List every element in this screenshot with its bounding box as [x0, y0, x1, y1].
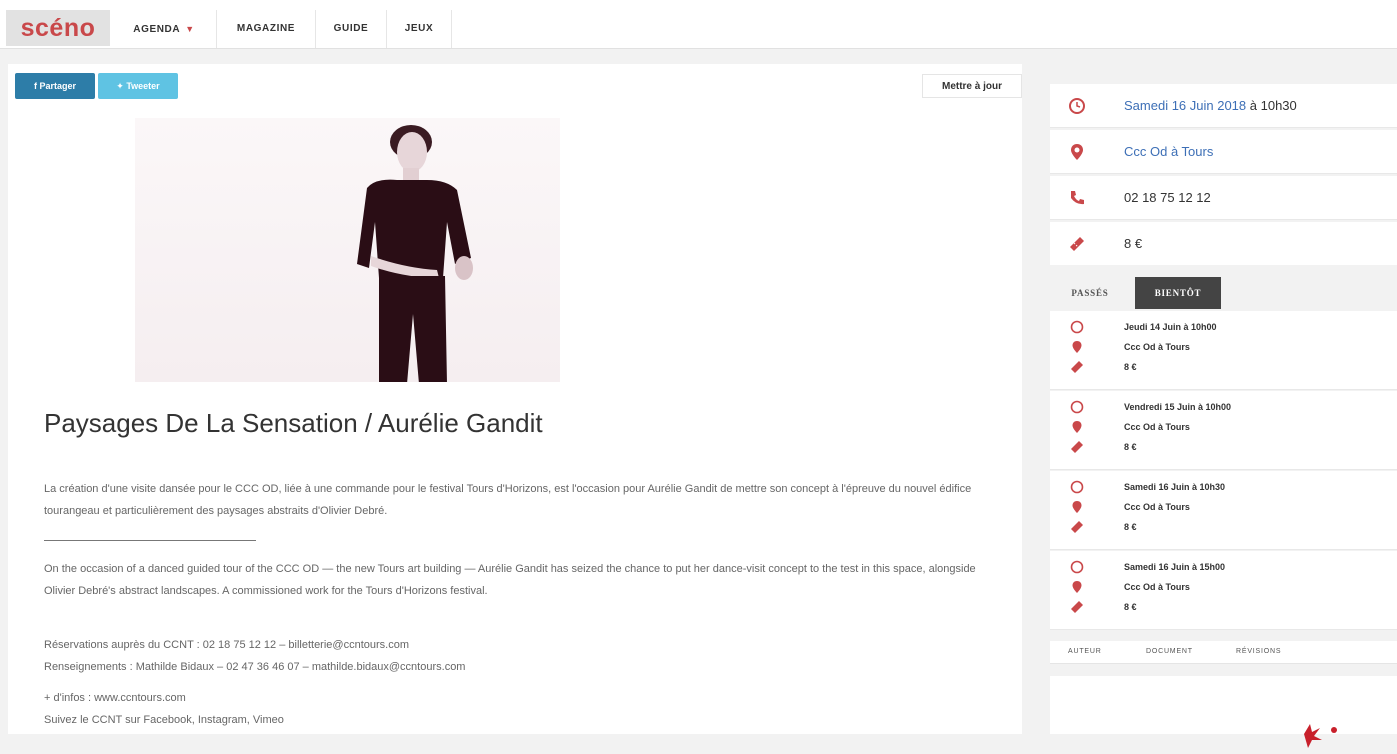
map-pin-icon: [1071, 144, 1083, 160]
event-location: Ccc Od à Tours: [1124, 342, 1190, 352]
event-date: Vendredi 15 Juin à 10h00: [1124, 402, 1232, 412]
clock-icon: [1070, 480, 1084, 494]
tab-revisions[interactable]: RÉVISIONS: [1236, 641, 1281, 663]
ticket-icon: [1071, 521, 1083, 533]
info-date-link[interactable]: Samedi 16 Juin 2018: [1124, 98, 1246, 113]
caret-down-icon: ▼: [185, 24, 195, 34]
suivez-text: Suivez le CCNT sur Facebook, Instagram, …: [44, 714, 284, 726]
event-price: 8 €: [1124, 362, 1137, 372]
clock-icon: [1069, 98, 1085, 114]
performer-figure-image: [357, 125, 473, 382]
event-price: 8 €: [1124, 522, 1137, 532]
ticket-icon: [1071, 601, 1083, 613]
reservations-text: Réservations auprès du CCNT : 02 18 75 1…: [44, 639, 409, 651]
infos-link[interactable]: + d'infos : www.ccntours.com: [44, 687, 1004, 709]
tab-bientot[interactable]: BIENTÔT: [1135, 277, 1221, 309]
nav-guide[interactable]: GUIDE: [316, 10, 387, 48]
divider: [44, 540, 256, 541]
event-price: 8 €: [1124, 442, 1137, 452]
event-date: Samedi 16 Juin à 10h30: [1124, 482, 1226, 492]
ticket-icon: [1071, 361, 1083, 373]
description-fr: La création d'une visite dansée pour le …: [44, 483, 972, 517]
site-logo[interactable]: scéno: [6, 10, 110, 46]
update-button[interactable]: Mettre à jour: [922, 74, 1022, 98]
event-item[interactable]: Jeudi 14 Juin à 10h00 Ccc Od à Tours 8 €: [1050, 311, 1397, 390]
info-date: Samedi 16 Juin 2018 à 10h30: [1124, 84, 1297, 128]
info-date-row: Samedi 16 Juin 2018 à 10h30: [1050, 84, 1397, 128]
event-location: Ccc Od à Tours: [1124, 582, 1190, 592]
schedule-tabs: PASSÉS BIENTÔT: [1050, 265, 1397, 310]
twitter-share-button[interactable]: ✦ Tweeter: [98, 73, 178, 99]
info-phone: 02 18 75 12 12: [1124, 190, 1211, 205]
meta-tabs: AUTEUR DOCUMENT RÉVISIONS: [1050, 641, 1397, 664]
nav-magazine[interactable]: MAGAZINE: [217, 10, 316, 48]
tab-document[interactable]: DOCUMENT: [1146, 641, 1193, 663]
info-price-row: 8 €: [1050, 222, 1397, 266]
info-time: à 10h30: [1246, 98, 1297, 113]
event-date: Samedi 16 Juin à 15h00: [1124, 562, 1226, 572]
map-pin-icon: [1072, 501, 1082, 513]
event-item[interactable]: Samedi 16 Juin à 10h30 Ccc Od à Tours 8 …: [1050, 471, 1397, 550]
twitter-icon: ✦: [116, 81, 127, 91]
top-nav: scéno AGENDA ▼ MAGAZINE GUIDE JEUX: [0, 0, 1397, 49]
event-location: Ccc Od à Tours: [1124, 422, 1190, 432]
event-item[interactable]: Samedi 16 Juin à 15h00 Ccc Od à Tours 8 …: [1050, 551, 1397, 630]
info-location-row: Ccc Od à Tours: [1050, 130, 1397, 174]
ticket-icon: [1071, 441, 1083, 453]
map-pin-icon: [1072, 421, 1082, 433]
phone-icon: [1071, 191, 1084, 205]
event-item[interactable]: Vendredi 15 Juin à 10h00 Ccc Od à Tours …: [1050, 391, 1397, 470]
tab-auteur[interactable]: AUTEUR: [1068, 641, 1102, 663]
info-price: 8 €: [1124, 236, 1143, 251]
page-title: Paysages De La Sensation / Aurélie Gandi…: [44, 408, 543, 438]
info-location-link[interactable]: Ccc Od à Tours: [1124, 130, 1213, 174]
nav-agenda-label: AGENDA: [133, 24, 181, 35]
meta-panel: [1050, 676, 1397, 748]
ticket-icon: [1070, 237, 1084, 251]
clock-icon: [1070, 320, 1084, 334]
event-price: 8 €: [1124, 602, 1137, 612]
renseignements-text: Renseignements : Mathilde Bidaux – 02 47…: [44, 661, 466, 673]
tab-passes[interactable]: PASSÉS: [1060, 277, 1120, 309]
performer-photo: [135, 118, 560, 382]
red-splash-icon: [1304, 724, 1337, 748]
nav-agenda[interactable]: AGENDA ▼: [112, 10, 217, 48]
clock-icon: [1070, 560, 1084, 574]
event-location: Ccc Od à Tours: [1124, 502, 1190, 512]
clock-icon: [1070, 400, 1084, 414]
nav-jeux[interactable]: JEUX: [387, 10, 452, 48]
twitter-share-label: Tweeter: [126, 81, 160, 91]
event-date: Jeudi 14 Juin à 10h00: [1124, 322, 1217, 332]
map-pin-icon: [1072, 581, 1082, 593]
facebook-share-button[interactable]: f Partager: [15, 73, 95, 99]
info-phone-row: 02 18 75 12 12: [1050, 176, 1397, 220]
map-pin-icon: [1072, 341, 1082, 353]
description-en: On the occasion of a danced guided tour …: [44, 563, 976, 597]
